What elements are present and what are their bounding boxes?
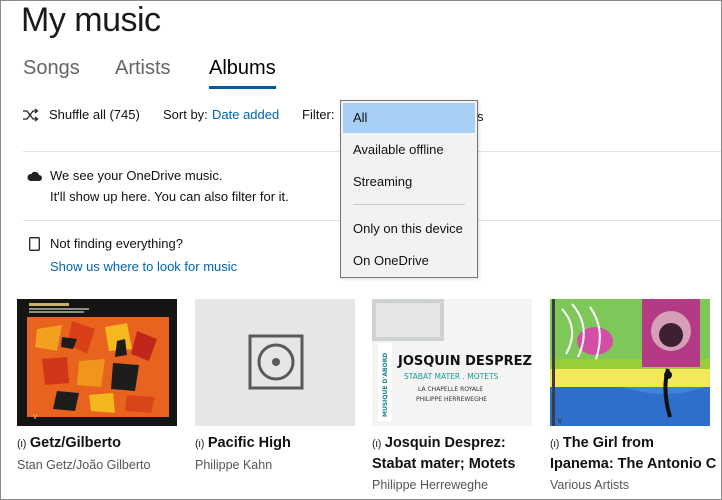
album-title-text: Pacific High [207, 435, 291, 451]
active-tab-indicator [209, 86, 276, 89]
tab-artists[interactable]: Artists [115, 57, 171, 80]
streaming-icon: (ı) [372, 438, 381, 450]
streaming-icon: (ı) [195, 438, 204, 450]
missing-music-title: Not finding everything? [50, 236, 183, 251]
app-window: My music Songs Artists Albums Shuffle al… [0, 0, 722, 500]
album-cover-getz-gilberto[interactable]: V [17, 299, 177, 426]
filter-dropdown-menu: All Available offline Streaming Only on … [340, 100, 478, 278]
album-artist[interactable]: Philippe Herreweghe [372, 478, 488, 492]
album-cover-pacific-high[interactable] [195, 299, 355, 426]
show-where-to-look-link[interactable]: Show us where to look for music [50, 259, 237, 274]
tab-songs[interactable]: Songs [23, 57, 80, 80]
onedrive-notice-title: We see your OneDrive music. [50, 168, 223, 183]
cover-subtitle-text: STABAT MATER . MOTETS [404, 372, 499, 381]
filter-option-streaming[interactable]: Streaming [341, 167, 477, 197]
cover-title-text: JOSQUIN DESPREZ [397, 354, 532, 369]
shuffle-icon [23, 108, 39, 122]
filter-label: Filter: [302, 107, 335, 122]
streaming-icon: (ı) [550, 438, 559, 450]
album-artist[interactable]: Various Artists [550, 478, 629, 492]
cover-side-text: MUSIQUE D'ABORD [382, 353, 389, 417]
menu-separator [353, 204, 465, 205]
missing-music-notice: Not finding everything? Show us where to… [23, 236, 343, 276]
album-cover-josquin-desprez[interactable]: MUSIQUE D'ABORD JOSQUIN DESPREZ STABAT M… [372, 299, 532, 426]
device-icon [29, 237, 40, 254]
album-title[interactable]: (ı) Getz/Gilberto [17, 433, 121, 455]
album-title[interactable]: (ı) Pacific High [195, 433, 291, 455]
streaming-icon: (ı) [17, 438, 26, 450]
cover-ensemble-text: LA CHAPELLE ROYALE [418, 386, 483, 393]
album-title-text: Josquin Desprez: [384, 435, 506, 451]
page-title: My music [21, 1, 161, 39]
album-grid: V (ı) Getz/Gilberto Stan Getz/João Gilber… [17, 299, 721, 499]
sort-dropdown[interactable]: Date added [212, 107, 279, 122]
onedrive-notice: We see your OneDrive music. It'll show u… [23, 168, 343, 208]
album-cover-the-girl-from-ipanema[interactable]: V [550, 299, 710, 426]
cover-conductor-text: PHILIPPE HERREWEGHE [416, 396, 487, 403]
shuffle-all-button[interactable]: Shuffle all (745) [49, 107, 140, 122]
album-title-line2[interactable]: Ipanema: The Antonio C [550, 454, 721, 475]
onedrive-notice-text: It'll show up here. You can also filter … [50, 189, 289, 204]
filter-option-on-onedrive[interactable]: On OneDrive [341, 246, 477, 276]
album-title-text: Getz/Gilberto [29, 435, 121, 451]
album-title-text: The Girl from [562, 435, 654, 451]
filter-option-all[interactable]: All [343, 103, 475, 133]
album-artist[interactable]: Stan Getz/João Gilberto [17, 458, 150, 472]
filter-option-only-on-device[interactable]: Only on this device [341, 214, 477, 244]
album-title[interactable]: (ı) Josquin Desprez: [372, 433, 506, 455]
filter-option-available-offline[interactable]: Available offline [341, 135, 477, 165]
tab-albums[interactable]: Albums [209, 57, 276, 80]
album-title-line2[interactable]: Stabat mater; Motets [372, 454, 515, 475]
sort-label: Sort by: [163, 107, 208, 122]
cloud-icon [27, 170, 42, 185]
album-title[interactable]: (ı) The Girl from [550, 433, 654, 455]
album-artist[interactable]: Philippe Kahn [195, 458, 272, 472]
